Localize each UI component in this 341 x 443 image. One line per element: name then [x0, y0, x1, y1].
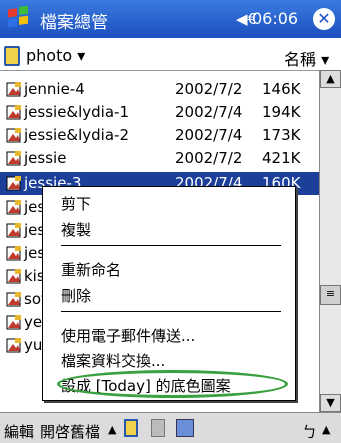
image-file-icon — [6, 128, 21, 143]
file-row[interactable]: jessie&lydia-2 2002/7/4 173K — [0, 124, 319, 147]
file-row[interactable]: jennie-4 2002/7/2 146K — [0, 78, 319, 101]
file-name: jessie&lydia-2 — [24, 126, 129, 144]
folder-view-icon[interactable] — [124, 419, 138, 437]
file-date: 2002/7/2 — [175, 80, 243, 98]
image-file-icon — [6, 200, 21, 215]
storage-card-icon[interactable] — [151, 419, 165, 437]
open-button[interactable]: 開啓舊檔 — [40, 421, 100, 442]
image-file-icon — [6, 246, 21, 261]
edit-menu[interactable]: 編輯 — [4, 421, 34, 442]
menu-item-beam[interactable]: 檔案資料交換... — [61, 350, 165, 371]
image-file-icon — [6, 269, 21, 284]
file-date: 2002/7/4 — [175, 126, 243, 144]
file-row[interactable]: jessie 2002/7/2 421K — [0, 147, 319, 170]
menu-item-delete[interactable]: 刪除 — [61, 285, 91, 306]
bottom-bar: 編輯 開啓舊檔 ▲ ㄅ ▲ — [0, 412, 341, 443]
menu-item-send-email[interactable]: 使用電子郵件傳送... — [61, 325, 195, 346]
app-title: 檔案總管 — [40, 13, 108, 33]
file-name: jessie — [24, 149, 67, 167]
file-size: 194K — [262, 103, 301, 121]
file-date: 2002/7/4 — [175, 103, 243, 121]
image-file-icon — [6, 338, 21, 353]
file-date: 2002/7/2 — [175, 149, 243, 167]
folder-icon — [4, 46, 20, 66]
image-file-icon — [6, 151, 21, 166]
image-file-icon — [6, 105, 21, 120]
scroll-down-button[interactable]: ▼ — [320, 394, 341, 412]
menu-divider — [61, 311, 281, 312]
windows-start-icon[interactable] — [4, 4, 34, 34]
input-panel-arrow-button[interactable]: ▲ — [322, 423, 330, 436]
share-icon[interactable] — [176, 419, 194, 437]
close-button[interactable]: ✕ — [313, 8, 335, 30]
clock[interactable]: 06:06 — [252, 9, 298, 28]
file-name: jessie&lydia-1 — [24, 103, 129, 121]
highlight-oval — [57, 370, 288, 398]
file-size: 173K — [262, 126, 301, 144]
scroll-up-button[interactable]: ▲ — [320, 70, 341, 88]
file-row[interactable]: jessie&lydia-1 2002/7/4 194K — [0, 101, 319, 124]
image-file-icon — [6, 176, 21, 191]
keyboard-icon[interactable]: ㄅ — [302, 421, 317, 442]
folder-dropdown[interactable]: photo ▾ — [26, 46, 85, 65]
menu-divider — [61, 245, 281, 246]
sort-dropdown[interactable]: 名稱 ▾ — [284, 46, 329, 70]
menu-item-copy[interactable]: 複製 — [61, 219, 91, 240]
up-arrow-button[interactable]: ▲ — [108, 423, 116, 436]
context-menu: 剪下 複製 重新命名 刪除 使用電子郵件傳送... 檔案資料交換... 設成 [… — [42, 186, 296, 401]
vertical-scrollbar[interactable]: ▲ ≡ ▼ — [319, 70, 341, 412]
file-size: 421K — [262, 149, 301, 167]
menu-item-cut[interactable]: 剪下 — [61, 193, 91, 214]
menu-item-rename[interactable]: 重新命名 — [61, 259, 121, 280]
image-file-icon — [6, 223, 21, 238]
scroll-thumb[interactable]: ≡ — [320, 285, 341, 305]
image-file-icon — [6, 315, 21, 330]
image-file-icon — [6, 292, 21, 307]
file-size: 146K — [262, 80, 301, 98]
file-name: jennie-4 — [24, 80, 85, 98]
image-file-icon — [6, 82, 21, 97]
title-bar: 檔案總管 ◀€ 06:06 ✕ — [0, 0, 341, 38]
